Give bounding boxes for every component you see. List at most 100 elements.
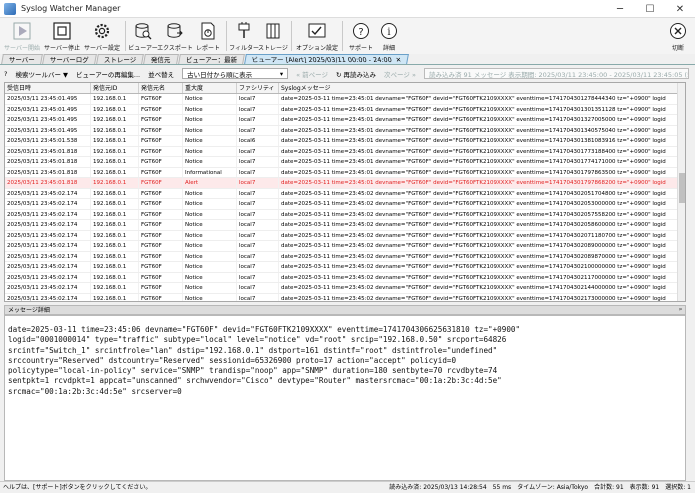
tab-sources[interactable]: 発信元 bbox=[143, 54, 179, 64]
table-row[interactable]: 2025/03/11 23:45:01.818 192.168.0.1 FGT60F… bbox=[5, 146, 685, 157]
table-row[interactable]: 2025/03/11 23:45:02.174 192.168.0.1 FGT60F… bbox=[5, 241, 685, 252]
minimize-button[interactable]: ─ bbox=[605, 0, 635, 18]
table-cell: 192.168.0.1 bbox=[91, 125, 139, 135]
tab-server-log[interactable]: サーバーログ bbox=[42, 54, 97, 64]
table-row[interactable]: 2025/03/11 23:45:02.174 192.168.0.1 FGT60F… bbox=[5, 251, 685, 262]
viewer-button[interactable]: ビューアー bbox=[128, 18, 158, 54]
options-button[interactable]: オプション設定 bbox=[295, 18, 339, 54]
column-header[interactable]: Syslogメッセージ bbox=[279, 83, 685, 93]
vertical-scrollbar[interactable] bbox=[677, 83, 685, 301]
table-body: 2025/03/11 23:45:01.495 192.168.0.1 FGT60F… bbox=[5, 94, 685, 301]
message-table[interactable]: 受信日時 発信元ID 発信元名 重大度 ファシリティ Syslogメッセージ 2… bbox=[4, 82, 686, 302]
table-cell: Notice bbox=[183, 209, 237, 219]
table-cell: FGT60F bbox=[139, 104, 183, 114]
column-header[interactable]: 発信元名 bbox=[139, 83, 183, 93]
table-cell: local7 bbox=[237, 251, 279, 261]
table-cell: date=2025-03-11 time=23:45:01 devname="F… bbox=[279, 146, 685, 156]
table-row[interactable]: 2025/03/11 23:45:02.174 192.168.0.1 FGT60F… bbox=[5, 199, 685, 210]
sort-button[interactable]: 並べ替え bbox=[148, 69, 174, 79]
svg-text:?: ? bbox=[358, 27, 363, 38]
table-row[interactable]: 2025/03/11 23:45:01.495 192.168.0.1 FGT60F… bbox=[5, 94, 685, 105]
storage-button[interactable]: ストレージ bbox=[258, 18, 288, 54]
table-cell: date=2025-03-11 time=23:45:01 devname="F… bbox=[279, 167, 685, 177]
table-row[interactable]: 2025/03/11 23:45:01.818 192.168.0.1 FGT60F… bbox=[5, 167, 685, 178]
table-row[interactable]: 2025/03/11 23:45:02.174 192.168.0.1 FGT60F… bbox=[5, 188, 685, 199]
server-start-button[interactable]: サーバー開始 bbox=[2, 18, 42, 54]
server-settings-button[interactable]: サーバー設定 bbox=[82, 18, 122, 54]
search-toolbar-menu[interactable]: 検索ツールバー ▼ bbox=[15, 69, 68, 79]
tab-storage[interactable]: ストレージ bbox=[95, 54, 145, 64]
table-cell: date=2025-03-11 time=23:45:01 devname="F… bbox=[279, 136, 685, 146]
table-row[interactable]: 2025/03/11 23:45:02.174 192.168.0.1 FGT60F… bbox=[5, 283, 685, 294]
table-cell: 192.168.0.1 bbox=[91, 94, 139, 104]
window-title: Syslog Watcher Manager bbox=[21, 4, 121, 13]
table-cell: 2025/03/11 23:45:01.818 bbox=[5, 167, 91, 177]
column-header[interactable]: ファシリティ bbox=[237, 83, 279, 93]
load-info: 読み込み済 91 メッセージ 表示期間: 2025/03/11 23:45:00… bbox=[423, 68, 689, 79]
status-help-text: ヘルプは、[サポート]ボタンをクリックしてください。 bbox=[3, 484, 152, 491]
table-row[interactable]: 2025/03/11 23:45:02.174 192.168.0.1 FGT60F… bbox=[5, 209, 685, 220]
tab-server[interactable]: サーバー bbox=[1, 54, 43, 64]
report-icon bbox=[198, 21, 218, 41]
disconnect-button[interactable]: 切断 bbox=[665, 18, 691, 54]
table-cell: Informational bbox=[183, 167, 237, 177]
table-row[interactable]: 2025/03/11 23:45:01.495 192.168.0.1 FGT60F… bbox=[5, 115, 685, 126]
tab-close-icon[interactable]: ✕ bbox=[395, 55, 402, 65]
report-button[interactable]: レポート bbox=[193, 18, 223, 54]
export-button[interactable]: エクスポート bbox=[157, 18, 193, 54]
filter-button[interactable]: フィルター bbox=[229, 18, 259, 54]
table-row[interactable]: 2025/03/11 23:45:01.495 192.168.0.1 FGT60F… bbox=[5, 125, 685, 136]
table-cell: date=2025-03-11 time=23:45:02 devname="F… bbox=[279, 188, 685, 198]
table-row[interactable]: 2025/03/11 23:45:01.495 192.168.0.1 FGT60F… bbox=[5, 104, 685, 115]
help-icon[interactable]: ? bbox=[4, 70, 7, 78]
table-cell: 192.168.0.1 bbox=[91, 262, 139, 272]
table-cell: Notice bbox=[183, 272, 237, 282]
column-header[interactable]: 受信日時 bbox=[5, 83, 91, 93]
disconnect-icon bbox=[668, 21, 688, 41]
table-cell: 2025/03/11 23:45:01.495 bbox=[5, 94, 91, 104]
viewer-edit-button[interactable]: ビューアーの再編集... bbox=[76, 69, 140, 79]
table-cell: local7 bbox=[237, 293, 279, 301]
table-cell: 192.168.0.1 bbox=[91, 157, 139, 167]
tab-viewer-latest[interactable]: ビューアー：最新 bbox=[177, 54, 245, 64]
support-button[interactable]: ? サポート bbox=[346, 18, 376, 54]
table-header: 受信日時 発信元ID 発信元名 重大度 ファシリティ Syslogメッセージ bbox=[5, 83, 685, 94]
table-cell: Notice bbox=[183, 125, 237, 135]
table-row[interactable]: 2025/03/11 23:45:01.538 192.168.0.1 FGT60F… bbox=[5, 136, 685, 147]
prev-page-button[interactable]: « 前ページ bbox=[296, 69, 328, 79]
column-header[interactable]: 発信元ID bbox=[91, 83, 139, 93]
table-row[interactable]: 2025/03/11 23:45:01.818 192.168.0.1 FGT60F… bbox=[5, 178, 685, 189]
table-cell: 2025/03/11 23:45:01.818 bbox=[5, 146, 91, 156]
maximize-button[interactable]: ☐ bbox=[635, 0, 665, 18]
toolbar-divider bbox=[342, 21, 343, 51]
table-cell: 192.168.0.1 bbox=[91, 167, 139, 177]
table-cell: 2025/03/11 23:45:02.174 bbox=[5, 230, 91, 240]
table-row[interactable]: 2025/03/11 23:45:02.174 192.168.0.1 FGT60F… bbox=[5, 262, 685, 273]
table-row[interactable]: 2025/03/11 23:45:02.174 192.168.0.1 FGT60F… bbox=[5, 293, 685, 301]
pin-icon[interactable]: ᵖ bbox=[679, 306, 682, 315]
table-cell: 192.168.0.1 bbox=[91, 272, 139, 282]
table-row[interactable]: 2025/03/11 23:45:02.174 192.168.0.1 FGT60F… bbox=[5, 220, 685, 231]
table-cell: local7 bbox=[237, 241, 279, 251]
reload-button[interactable]: ↻ 再読み込み bbox=[336, 69, 376, 79]
table-cell: 2025/03/11 23:45:02.174 bbox=[5, 251, 91, 261]
table-cell: local7 bbox=[237, 125, 279, 135]
server-stop-button[interactable]: サーバー停止 bbox=[42, 18, 82, 54]
column-header[interactable]: 重大度 bbox=[183, 83, 237, 93]
table-cell: FGT60F bbox=[139, 283, 183, 293]
table-row[interactable]: 2025/03/11 23:45:01.818 192.168.0.1 FGT60F… bbox=[5, 157, 685, 168]
table-cell: local7 bbox=[237, 115, 279, 125]
about-button[interactable]: i 詳細 bbox=[376, 18, 402, 54]
table-row[interactable]: 2025/03/11 23:45:02.174 192.168.0.1 FGT60F… bbox=[5, 272, 685, 283]
message-detail-text[interactable]: date=2025-03-11 time=23:45:06 devname="F… bbox=[4, 315, 686, 481]
scrollbar-thumb[interactable] bbox=[679, 173, 685, 203]
tab-viewer-alert[interactable]: ビューアー [Alert] 2025/03/11 00:00 - 24:00 ✕ bbox=[244, 54, 410, 65]
close-button[interactable]: ✕ bbox=[665, 0, 695, 18]
table-cell: date=2025-03-11 time=23:45:02 devname="F… bbox=[279, 251, 685, 261]
sort-order-select[interactable]: 古い日付から順に表示 ▾ bbox=[182, 68, 289, 79]
next-page-button[interactable]: 次ページ » bbox=[384, 69, 416, 79]
status-timezone: タイムゾーン: Asia/Tokyo bbox=[517, 484, 589, 491]
storage-label: ストレージ bbox=[258, 45, 288, 52]
table-row[interactable]: 2025/03/11 23:45:02.174 192.168.0.1 FGT60F… bbox=[5, 230, 685, 241]
table-cell: local7 bbox=[237, 230, 279, 240]
